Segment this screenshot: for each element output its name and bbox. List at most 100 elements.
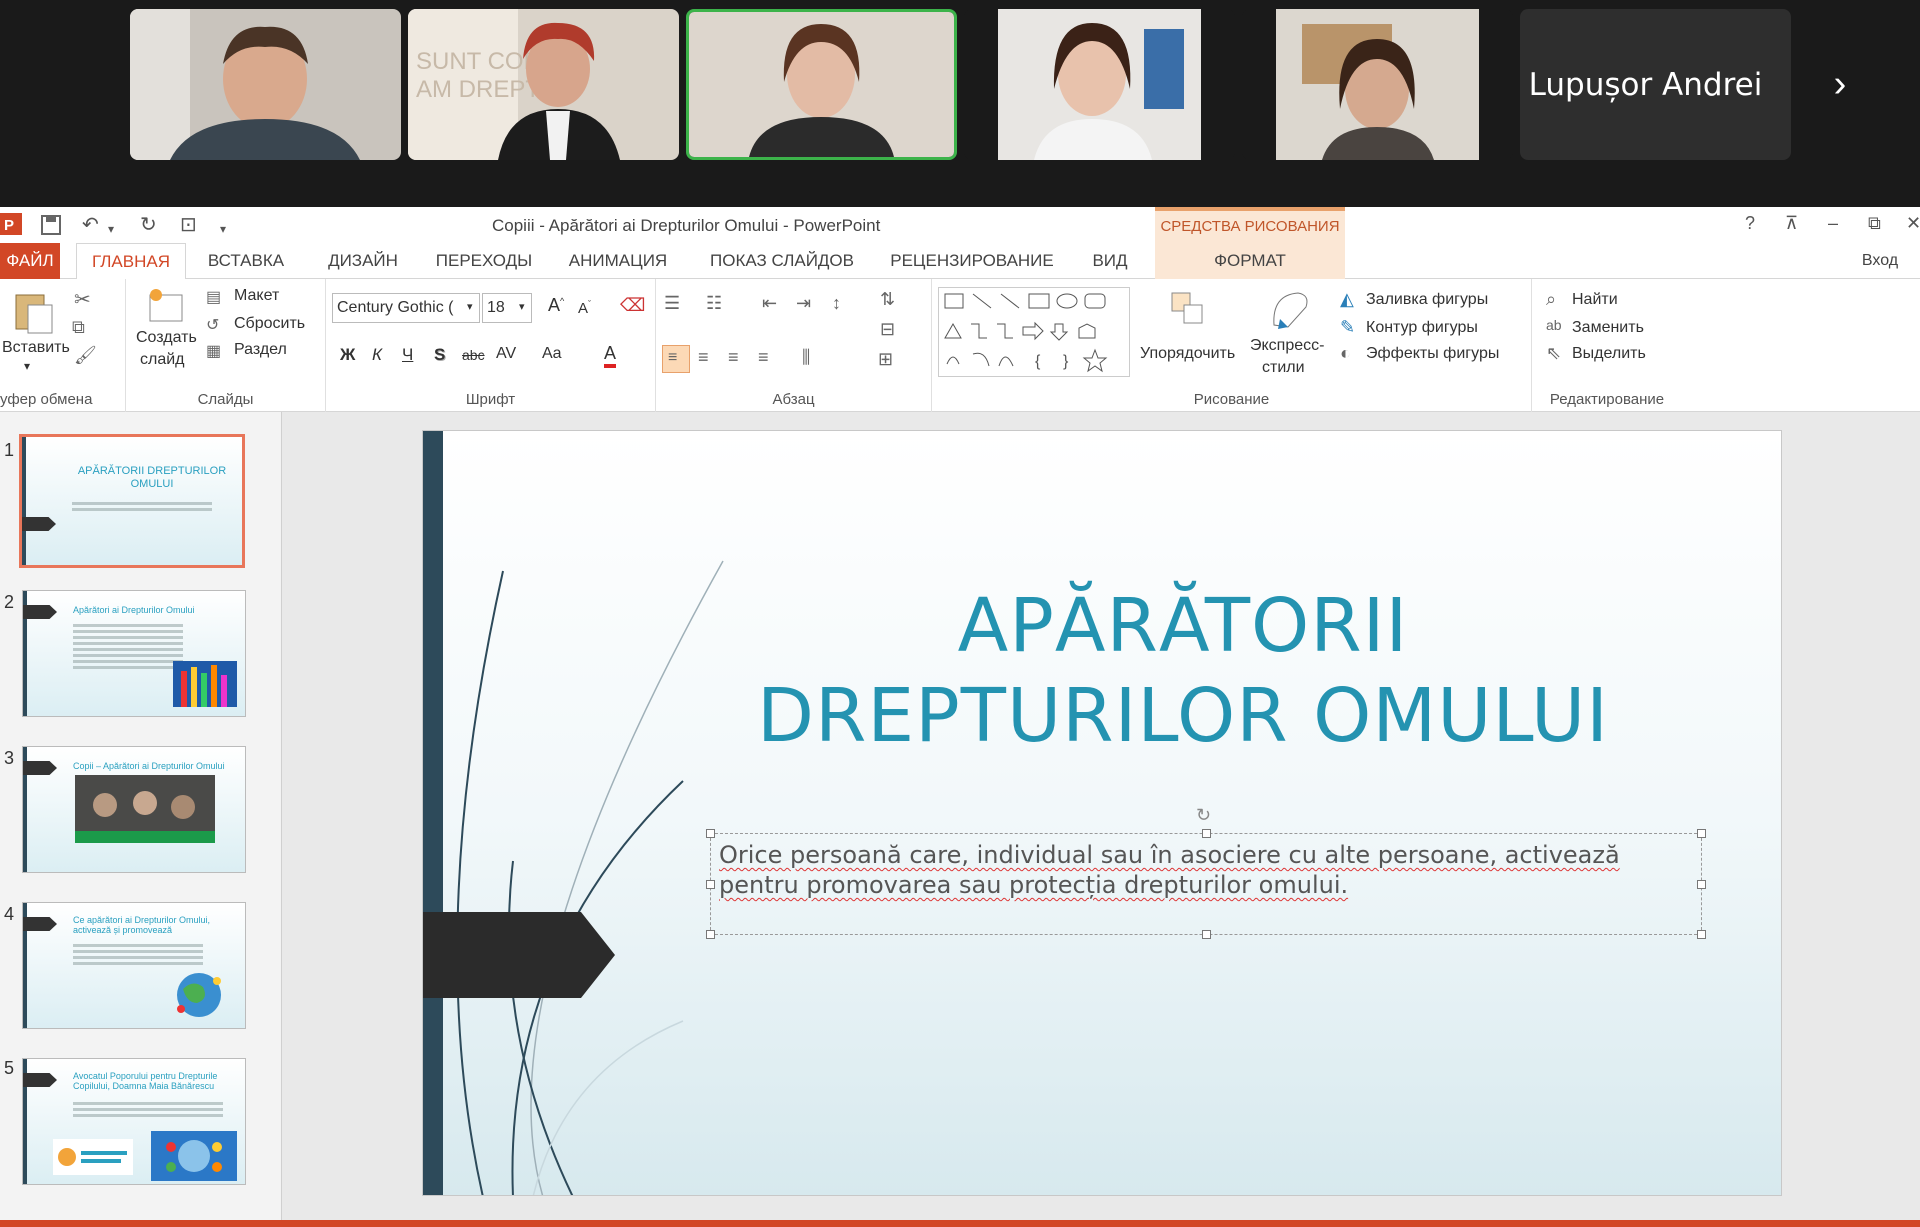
resize-handle[interactable] <box>706 829 715 838</box>
help-icon[interactable]: ? <box>1745 213 1755 234</box>
columns-icon[interactable]: ⫼ <box>802 347 810 368</box>
resize-handle[interactable] <box>1202 930 1211 939</box>
quick-styles-label-2[interactable]: стили <box>1262 359 1305 377</box>
numbering-icon[interactable]: ☷ <box>706 293 722 314</box>
subtitle-textbox-selected[interactable]: Orice persoană care, individual sau în a… <box>706 829 1706 939</box>
slide-title[interactable]: APĂRĂTORII DREPTURILOR OMULUI <box>713 581 1653 761</box>
font-color-button[interactable]: A <box>604 343 617 368</box>
font-name-combobox[interactable]: Century Gothic ( ▾ <box>332 293 480 323</box>
slide-subtitle[interactable]: Orice persoană care, individual sau în a… <box>719 840 1689 900</box>
participant-name-tile[interactable]: Lupușor Andrei <box>1520 9 1791 160</box>
slide-thumbnails-pane[interactable]: 1 APĂRĂTORII DREPTURILOR OMULUI 2 Apărăt… <box>0 412 282 1220</box>
italic-button[interactable]: К <box>372 345 382 365</box>
align-text-icon[interactable]: ⊟ <box>880 319 895 340</box>
paste-icon[interactable] <box>10 289 56 335</box>
shape-outline-button[interactable]: Контур фигуры <box>1366 319 1478 337</box>
slide-canvas[interactable]: APĂRĂTORII DREPTURILOR OMULUI ↻ Orice pe… <box>422 430 1782 1196</box>
new-slide-label-2[interactable]: слайд <box>140 351 185 369</box>
grow-font-icon[interactable]: A^ <box>548 295 564 316</box>
text-direction-icon[interactable]: ⇅ <box>880 289 895 310</box>
customize-toolbar-icon[interactable]: ▾ <box>220 217 226 241</box>
clear-formatting-icon[interactable]: ⌫ <box>620 295 645 316</box>
start-slideshow-icon[interactable]: ⊡ <box>180 213 197 237</box>
slide-thumbnail[interactable]: Avocatul Poporului pentru Drepturile Cop… <box>22 1058 246 1185</box>
participant-video-tile[interactable] <box>130 9 401 160</box>
section-button[interactable]: Раздел <box>234 341 287 359</box>
smartart-icon[interactable]: ⊞ <box>878 349 893 370</box>
slide-thumbnail[interactable]: Ce apărători ai Drepturilor Omului, acti… <box>22 902 246 1029</box>
participant-video-tile-active[interactable] <box>686 9 957 160</box>
find-button[interactable]: Найти <box>1572 291 1618 309</box>
shapes-gallery[interactable]: { } <box>938 287 1130 377</box>
replace-button[interactable]: Заменить <box>1572 319 1644 337</box>
align-left-button[interactable]: ≡ <box>662 345 690 373</box>
rotate-handle-icon[interactable]: ↻ <box>1196 805 1211 826</box>
resize-handle[interactable] <box>1202 829 1211 838</box>
change-case-button[interactable]: Aa <box>542 345 562 363</box>
tab-transitions[interactable]: ПЕРЕХОДЫ <box>428 243 540 279</box>
paste-button-label[interactable]: Вставить <box>2 339 70 357</box>
tab-review[interactable]: РЕЦЕНЗИРОВАНИЕ <box>884 243 1060 279</box>
new-slide-icon[interactable] <box>146 287 186 327</box>
tab-format[interactable]: ФОРМАТ <box>1155 243 1345 279</box>
shape-effects-button[interactable]: Эффекты фигуры <box>1366 345 1499 363</box>
copy-icon[interactable]: ⧉ <box>72 317 85 338</box>
quick-styles-label-1[interactable]: Экспресс- <box>1250 337 1324 355</box>
shape-fill-button[interactable]: Заливка фигуры <box>1366 291 1488 309</box>
arrange-button[interactable]: Упорядочить <box>1140 345 1235 363</box>
align-right-icon[interactable]: ≡ <box>728 347 739 368</box>
cut-icon[interactable]: ✂ <box>74 287 91 312</box>
new-slide-label-1[interactable]: Создать <box>136 329 197 347</box>
bullets-icon[interactable]: ☰ <box>664 293 680 314</box>
select-button[interactable]: Выделить <box>1572 345 1646 363</box>
character-spacing-button[interactable]: AV <box>496 345 516 363</box>
tab-insert[interactable]: ВСТАВКА <box>196 243 296 279</box>
undo-dropdown-icon[interactable]: ▾ <box>108 217 114 241</box>
bold-button[interactable]: Ж <box>340 345 355 365</box>
tab-animations[interactable]: АНИМАЦИЯ <box>556 243 680 279</box>
participant-video-tile[interactable] <box>964 9 1235 160</box>
tab-home[interactable]: ГЛАВНАЯ <box>76 243 186 280</box>
shrink-font-icon[interactable]: Aˇ <box>578 299 591 317</box>
ribbon-display-icon[interactable]: ⊼ <box>1785 213 1798 234</box>
close-icon[interactable]: ✕ <box>1906 213 1920 234</box>
redo-icon[interactable]: ↻ <box>140 213 157 237</box>
participant-video-tile[interactable] <box>1242 9 1513 160</box>
resize-handle[interactable] <box>706 930 715 939</box>
shadow-button[interactable]: S <box>434 345 445 365</box>
next-participants-button[interactable]: › <box>1820 62 1860 106</box>
layout-button[interactable]: Макет <box>234 287 279 305</box>
reset-button[interactable]: Сбросить <box>234 315 305 333</box>
restore-icon[interactable]: ⧉ <box>1868 213 1881 234</box>
shape-effects-icon: ◐ <box>1340 343 1351 363</box>
tab-design[interactable]: ДИЗАЙН <box>310 243 416 279</box>
slide-thumbnail[interactable]: Copii – Apărători ai Drepturilor Omului <box>22 746 246 873</box>
slide-thumbnail[interactable]: Apărători ai Drepturilor Omului <box>22 590 246 717</box>
resize-handle[interactable] <box>1697 880 1706 889</box>
minimize-icon[interactable]: – <box>1828 213 1838 234</box>
resize-handle[interactable] <box>1697 829 1706 838</box>
justify-icon[interactable]: ≡ <box>758 347 769 368</box>
save-icon[interactable] <box>40 214 62 236</box>
format-painter-icon[interactable]: 🖌 <box>74 345 97 366</box>
tab-slideshow[interactable]: ПОКАЗ СЛАЙДОВ <box>700 243 864 279</box>
slide-decoration <box>423 431 724 1195</box>
slide-thumbnail[interactable]: APĂRĂTORII DREPTURILOR OMULUI <box>19 434 245 568</box>
underline-button[interactable]: Ч <box>402 345 413 365</box>
align-center-icon[interactable]: ≡ <box>698 347 709 368</box>
strikethrough-button[interactable]: abc <box>462 347 485 363</box>
decrease-indent-icon[interactable]: ⇤ <box>762 293 777 314</box>
tab-file[interactable]: ФАЙЛ <box>0 243 60 279</box>
line-spacing-icon[interactable]: ↕ <box>832 293 841 314</box>
quick-styles-icon[interactable] <box>1268 287 1312 331</box>
resize-handle[interactable] <box>1697 930 1706 939</box>
paste-dropdown-icon[interactable]: ▾ <box>24 359 30 373</box>
undo-icon[interactable]: ↶ <box>82 213 99 237</box>
participant-video-tile[interactable]: SUNT COPIL AM DREPTURI <box>408 9 679 160</box>
font-size-combobox[interactable]: 18 ▾ <box>482 293 532 323</box>
increase-indent-icon[interactable]: ⇥ <box>796 293 811 314</box>
arrange-icon[interactable] <box>1168 289 1208 329</box>
resize-handle[interactable] <box>706 880 715 889</box>
tab-view[interactable]: ВИД <box>1080 243 1140 279</box>
signin-link[interactable]: Вход <box>1845 243 1915 279</box>
